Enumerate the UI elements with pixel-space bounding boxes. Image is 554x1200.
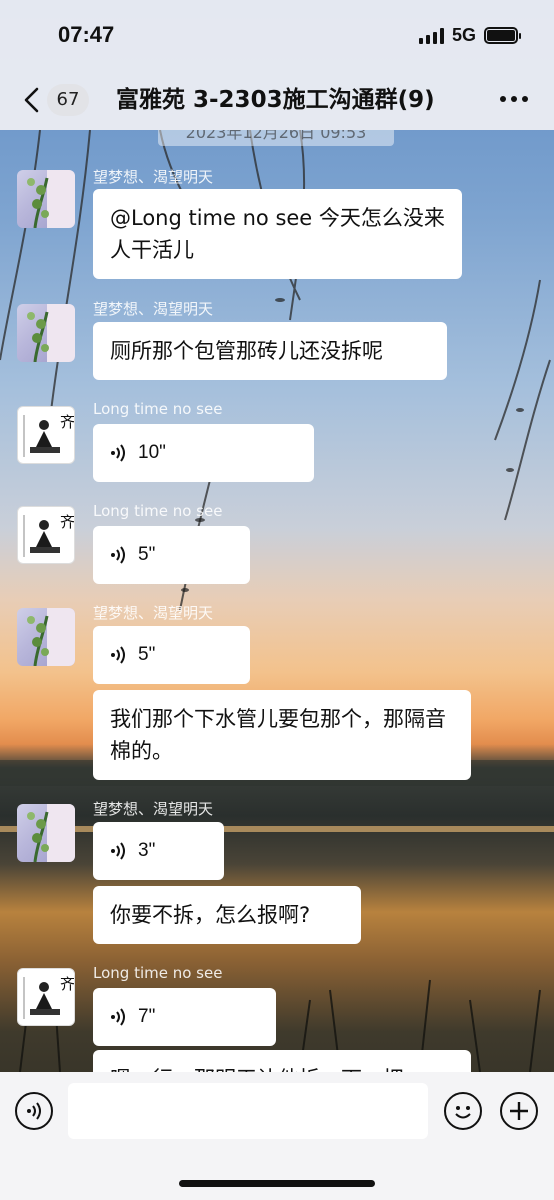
svg-text:齐: 齐 — [60, 413, 75, 431]
sender-name: Long time no see — [93, 502, 223, 520]
svg-text:齐: 齐 — [60, 513, 75, 531]
avatar[interactable] — [17, 804, 75, 862]
group-chat-title: 富雅苑 3-2303施工沟通群(9) — [116, 87, 435, 113]
emoji-button[interactable] — [444, 1092, 482, 1130]
voice-message-bubble[interactable]: 3" — [93, 822, 224, 880]
voice-duration: 3" — [138, 840, 156, 861]
message-input[interactable] — [68, 1083, 428, 1139]
message-bubble[interactable]: 厕所那个包管那砖儿还没拆呢 — [93, 322, 447, 380]
message-timestamp: 2023年12月26日 09:53 — [158, 130, 394, 146]
status-bar: 07:47 5G — [0, 0, 554, 70]
avatar[interactable] — [17, 304, 75, 362]
emoji-icon — [455, 1106, 471, 1119]
avatar[interactable]: 齐 — [17, 968, 75, 1026]
sender-name: Long time no see — [93, 400, 223, 418]
voice-wave-icon — [111, 646, 125, 664]
sender-name: 望梦想、渴望明天 — [93, 604, 214, 622]
voice-message-bubble[interactable]: 5" — [93, 626, 250, 684]
voice-mode-button[interactable] — [15, 1092, 53, 1130]
voice-message-bubble[interactable]: 7" — [93, 988, 276, 1046]
voice-wave-icon — [111, 842, 125, 860]
voice-wave-icon — [111, 1008, 125, 1026]
voice-duration: 5" — [138, 544, 156, 565]
cellular-signal-icon — [418, 27, 444, 44]
message-bubble[interactable]: 你要不拆，怎么报啊? — [93, 886, 361, 944]
voice-message-bubble[interactable]: 10" — [93, 424, 314, 482]
plus-icon — [510, 1102, 528, 1120]
sender-name: 望梦想、渴望明天 — [93, 300, 214, 318]
voice-duration: 5" — [138, 644, 156, 665]
more-options-icon[interactable] — [500, 96, 528, 102]
voice-wave-icon — [111, 444, 125, 462]
message-bubble[interactable]: 嗯，行，那明天让他拆，下一把 — [93, 1050, 471, 1072]
status-indicators: 5G — [418, 25, 521, 46]
avatar[interactable] — [17, 608, 75, 666]
chat-header: 67 富雅苑 3-2303施工沟通群(9) — [0, 70, 554, 130]
voice-message-bubble[interactable]: 5" — [93, 526, 250, 584]
message-bubble[interactable]: @Long time no see 今天怎么没来人干活儿 — [93, 189, 462, 279]
voice-duration: 10" — [138, 442, 166, 463]
avatar[interactable]: 齐 — [17, 506, 75, 564]
message-bubble[interactable]: 我们那个下水管儿要包那个，那隔音棉的。 — [93, 690, 471, 780]
back-chevron-icon[interactable] — [20, 86, 44, 114]
home-indicator — [179, 1180, 375, 1187]
status-time: 07:47 — [58, 22, 115, 47]
voice-duration: 7" — [138, 1006, 156, 1027]
unread-count-badge[interactable]: 67 — [47, 84, 89, 116]
svg-text:齐: 齐 — [60, 975, 75, 993]
sender-name: 望梦想、渴望明天 — [93, 168, 214, 186]
avatar[interactable]: 齐 — [17, 406, 75, 464]
more-functions-button[interactable] — [500, 1092, 538, 1130]
avatar[interactable] — [17, 170, 75, 228]
sender-name: Long time no see — [93, 964, 223, 982]
voice-mode-icon — [27, 1102, 41, 1120]
network-type: 5G — [451, 25, 476, 45]
battery-icon — [484, 27, 521, 44]
message-list[interactable]: 2023年12月26日 09:53 望梦想、渴望明天 @Long time no… — [0, 130, 554, 1072]
voice-wave-icon — [111, 546, 125, 564]
sender-name: 望梦想、渴望明天 — [93, 800, 214, 818]
